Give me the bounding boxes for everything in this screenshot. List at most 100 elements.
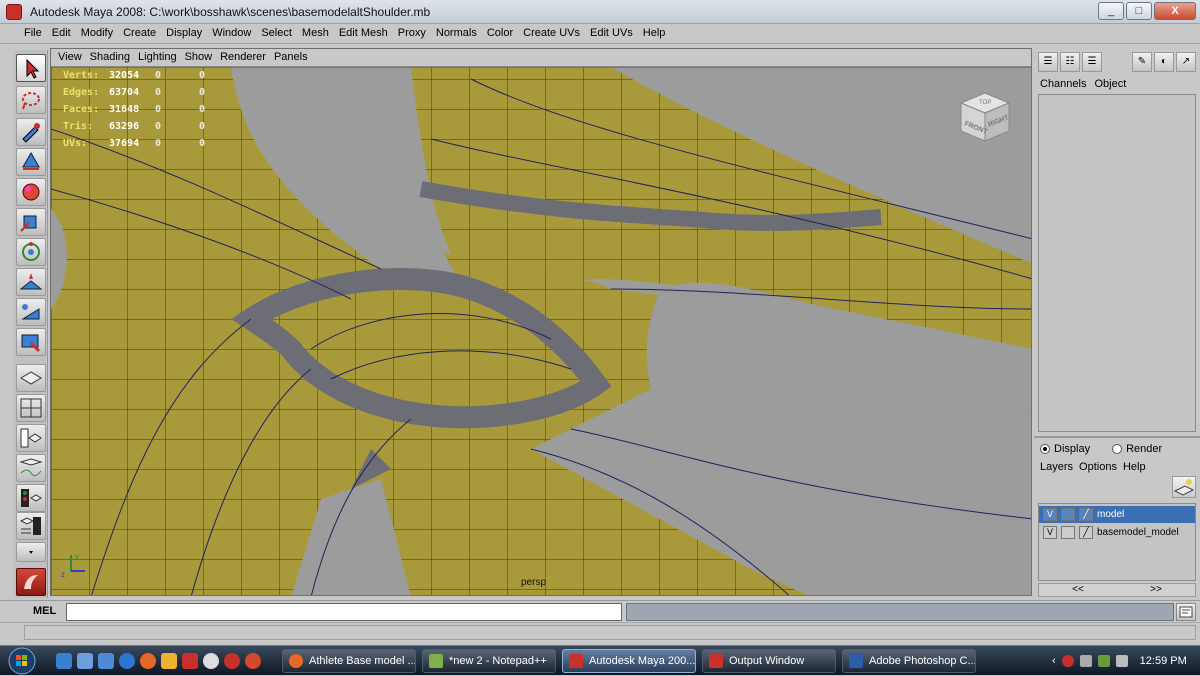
panel-divider[interactable] (1034, 436, 1200, 438)
outliner-persp-layout-button[interactable] (16, 424, 46, 452)
panel-menu-panels[interactable]: Panels (270, 51, 312, 63)
layer-menu-options[interactable]: Options (1079, 461, 1117, 473)
menu-mesh[interactable]: Mesh (297, 27, 334, 39)
taskbar-button-athlete[interactable]: Athlete Base model ... (282, 649, 416, 673)
arrow-icon[interactable]: ↗ (1176, 52, 1196, 72)
soft-modification-tool-button[interactable] (16, 268, 46, 296)
layer-color-swatch[interactable]: ╱ (1079, 508, 1093, 521)
menu-edit-mesh[interactable]: Edit Mesh (334, 27, 393, 39)
show-desktop-icon[interactable] (56, 653, 72, 669)
maya-app-icon[interactable] (6, 4, 22, 20)
layer-visibility-toggle[interactable]: V (1043, 508, 1057, 521)
script-editor-button[interactable] (1176, 603, 1196, 621)
scroll-left-button[interactable]: << (1072, 584, 1084, 596)
layer-menu-help[interactable]: Help (1123, 461, 1146, 473)
disc-icon[interactable] (203, 653, 219, 669)
layout-menu-dropdown[interactable] (16, 542, 46, 562)
universal-manipulator-button[interactable] (16, 238, 46, 266)
menu-select[interactable]: Select (256, 27, 297, 39)
menu-help[interactable]: Help (638, 27, 671, 39)
menu-window[interactable]: Window (207, 27, 256, 39)
render-layer-radio[interactable]: Render (1112, 443, 1162, 455)
menu-edit-uvs[interactable]: Edit UVs (585, 27, 638, 39)
lasso-tool-button[interactable] (16, 86, 46, 114)
internet-explorer-icon[interactable] (119, 653, 135, 669)
taskbar-button-notepad[interactable]: *new 2 - Notepad++ (422, 649, 556, 673)
menu-create[interactable]: Create (118, 27, 161, 39)
scroll-right-button[interactable]: >> (1150, 584, 1162, 596)
chrome-like-icon[interactable] (245, 653, 261, 669)
taskbar-clock[interactable]: 12:59 PM (1140, 655, 1187, 667)
menu-file[interactable]: File (19, 27, 47, 39)
maximize-button[interactable]: □ (1126, 2, 1152, 20)
explorer-icon[interactable] (98, 653, 114, 669)
move-tool-button[interactable] (16, 148, 46, 176)
hypershade-persp-layout-button[interactable] (16, 484, 46, 512)
tool-settings-button[interactable]: ☰ (1082, 52, 1102, 72)
layer-menu-layers[interactable]: Layers (1040, 461, 1073, 473)
taskbar-button-maya[interactable]: Autodesk Maya 200... (562, 649, 696, 673)
sketch-app-icon[interactable] (161, 653, 177, 669)
new-layer-icon (1173, 479, 1195, 496)
menu-display[interactable]: Display (161, 27, 207, 39)
close-button[interactable]: X (1154, 2, 1196, 20)
display-radio-dot[interactable] (1040, 444, 1050, 454)
volume-icon[interactable] (1115, 655, 1128, 667)
single-pane-layout-button[interactable] (16, 364, 46, 392)
acrobat-icon[interactable] (182, 653, 198, 669)
persp-graph-outliner-layout-button[interactable] (16, 512, 46, 540)
display-layer-radio[interactable]: Display (1040, 443, 1090, 455)
layer-display-type-toggle[interactable] (1061, 508, 1075, 521)
show-manipulator-button[interactable] (16, 298, 46, 326)
maya-quick-icon[interactable] (224, 653, 240, 669)
paint-settings-icon[interactable]: ✎ (1132, 52, 1152, 72)
command-result-field (626, 603, 1174, 621)
menu-modify[interactable]: Modify (76, 27, 118, 39)
menu-create-uvs[interactable]: Create UVs (518, 27, 585, 39)
panel-menu-shading[interactable]: Shading (86, 51, 134, 63)
menu-proxy[interactable]: Proxy (393, 27, 431, 39)
attribute-list-button[interactable]: ☷ (1060, 52, 1080, 72)
layer-row[interactable]: V ╱ model (1039, 506, 1195, 523)
panel-menu-view[interactable]: View (54, 51, 86, 63)
firefox-icon[interactable] (140, 653, 156, 669)
start-button-icon[interactable] (3, 646, 41, 676)
render-radio-dot[interactable] (1112, 444, 1123, 454)
taskbar-button-photoshop[interactable]: Adobe Photoshop C... (842, 649, 976, 673)
tray-device-icon[interactable] (1079, 655, 1092, 667)
rotate-tool-button[interactable] (16, 178, 46, 206)
layer-visibility-toggle[interactable]: V (1043, 526, 1057, 539)
taskbar-button-output-window[interactable]: Output Window (702, 649, 836, 673)
switch-windows-icon[interactable] (77, 653, 93, 669)
channel-box-area[interactable] (1038, 94, 1196, 432)
menu-edit[interactable]: Edit (47, 27, 76, 39)
last-tool-button[interactable] (16, 328, 46, 356)
layer-color-swatch[interactable]: ╱ (1079, 526, 1093, 539)
tray-expand-icon[interactable]: ‹ (1052, 655, 1056, 667)
channel-box-toggle-button[interactable]: ☰ (1038, 52, 1058, 72)
mel-label[interactable]: MEL (33, 605, 56, 617)
menu-color[interactable]: Color (482, 27, 518, 39)
graph-persp-layout-button[interactable] (16, 454, 46, 482)
panel-menu-lighting[interactable]: Lighting (134, 51, 181, 63)
mel-command-input[interactable] (66, 603, 622, 621)
perspective-viewport[interactable]: View Shading Lighting Show Renderer Pane… (50, 48, 1032, 596)
tab-object[interactable]: Object (1094, 78, 1126, 90)
display-settings-icon[interactable]: ◐ (1154, 52, 1174, 72)
tray-app-icon[interactable] (1061, 655, 1074, 667)
network-icon[interactable] (1097, 655, 1110, 667)
minimize-button[interactable]: _ (1098, 2, 1124, 20)
layer-row[interactable]: V ╱ basemodel_model (1039, 524, 1195, 541)
panel-menu-show[interactable]: Show (181, 51, 217, 63)
paint-select-tool-button[interactable] (16, 118, 46, 146)
layer-display-type-toggle[interactable] (1061, 526, 1075, 539)
create-layer-button[interactable] (1172, 476, 1196, 498)
select-tool-button[interactable] (16, 54, 46, 82)
panel-menu-renderer[interactable]: Renderer (216, 51, 270, 63)
view-cube-icon[interactable]: TOP FRONT RIGHT (957, 89, 1013, 145)
maya-logo-icon[interactable] (16, 568, 46, 596)
four-pane-layout-button[interactable] (16, 394, 46, 422)
tab-channels[interactable]: Channels (1040, 78, 1086, 90)
menu-normals[interactable]: Normals (431, 27, 482, 39)
scale-tool-button[interactable] (16, 208, 46, 236)
